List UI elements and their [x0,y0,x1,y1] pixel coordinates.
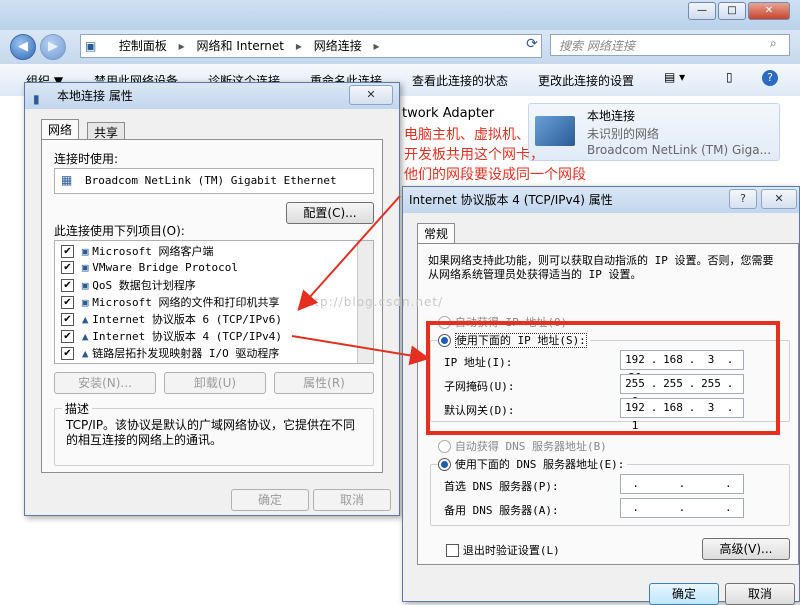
annotation-arrows [291,195,430,366]
arrow-to-ip-settings [291,335,430,366]
arrow-to-ipv4-item [297,195,401,311]
